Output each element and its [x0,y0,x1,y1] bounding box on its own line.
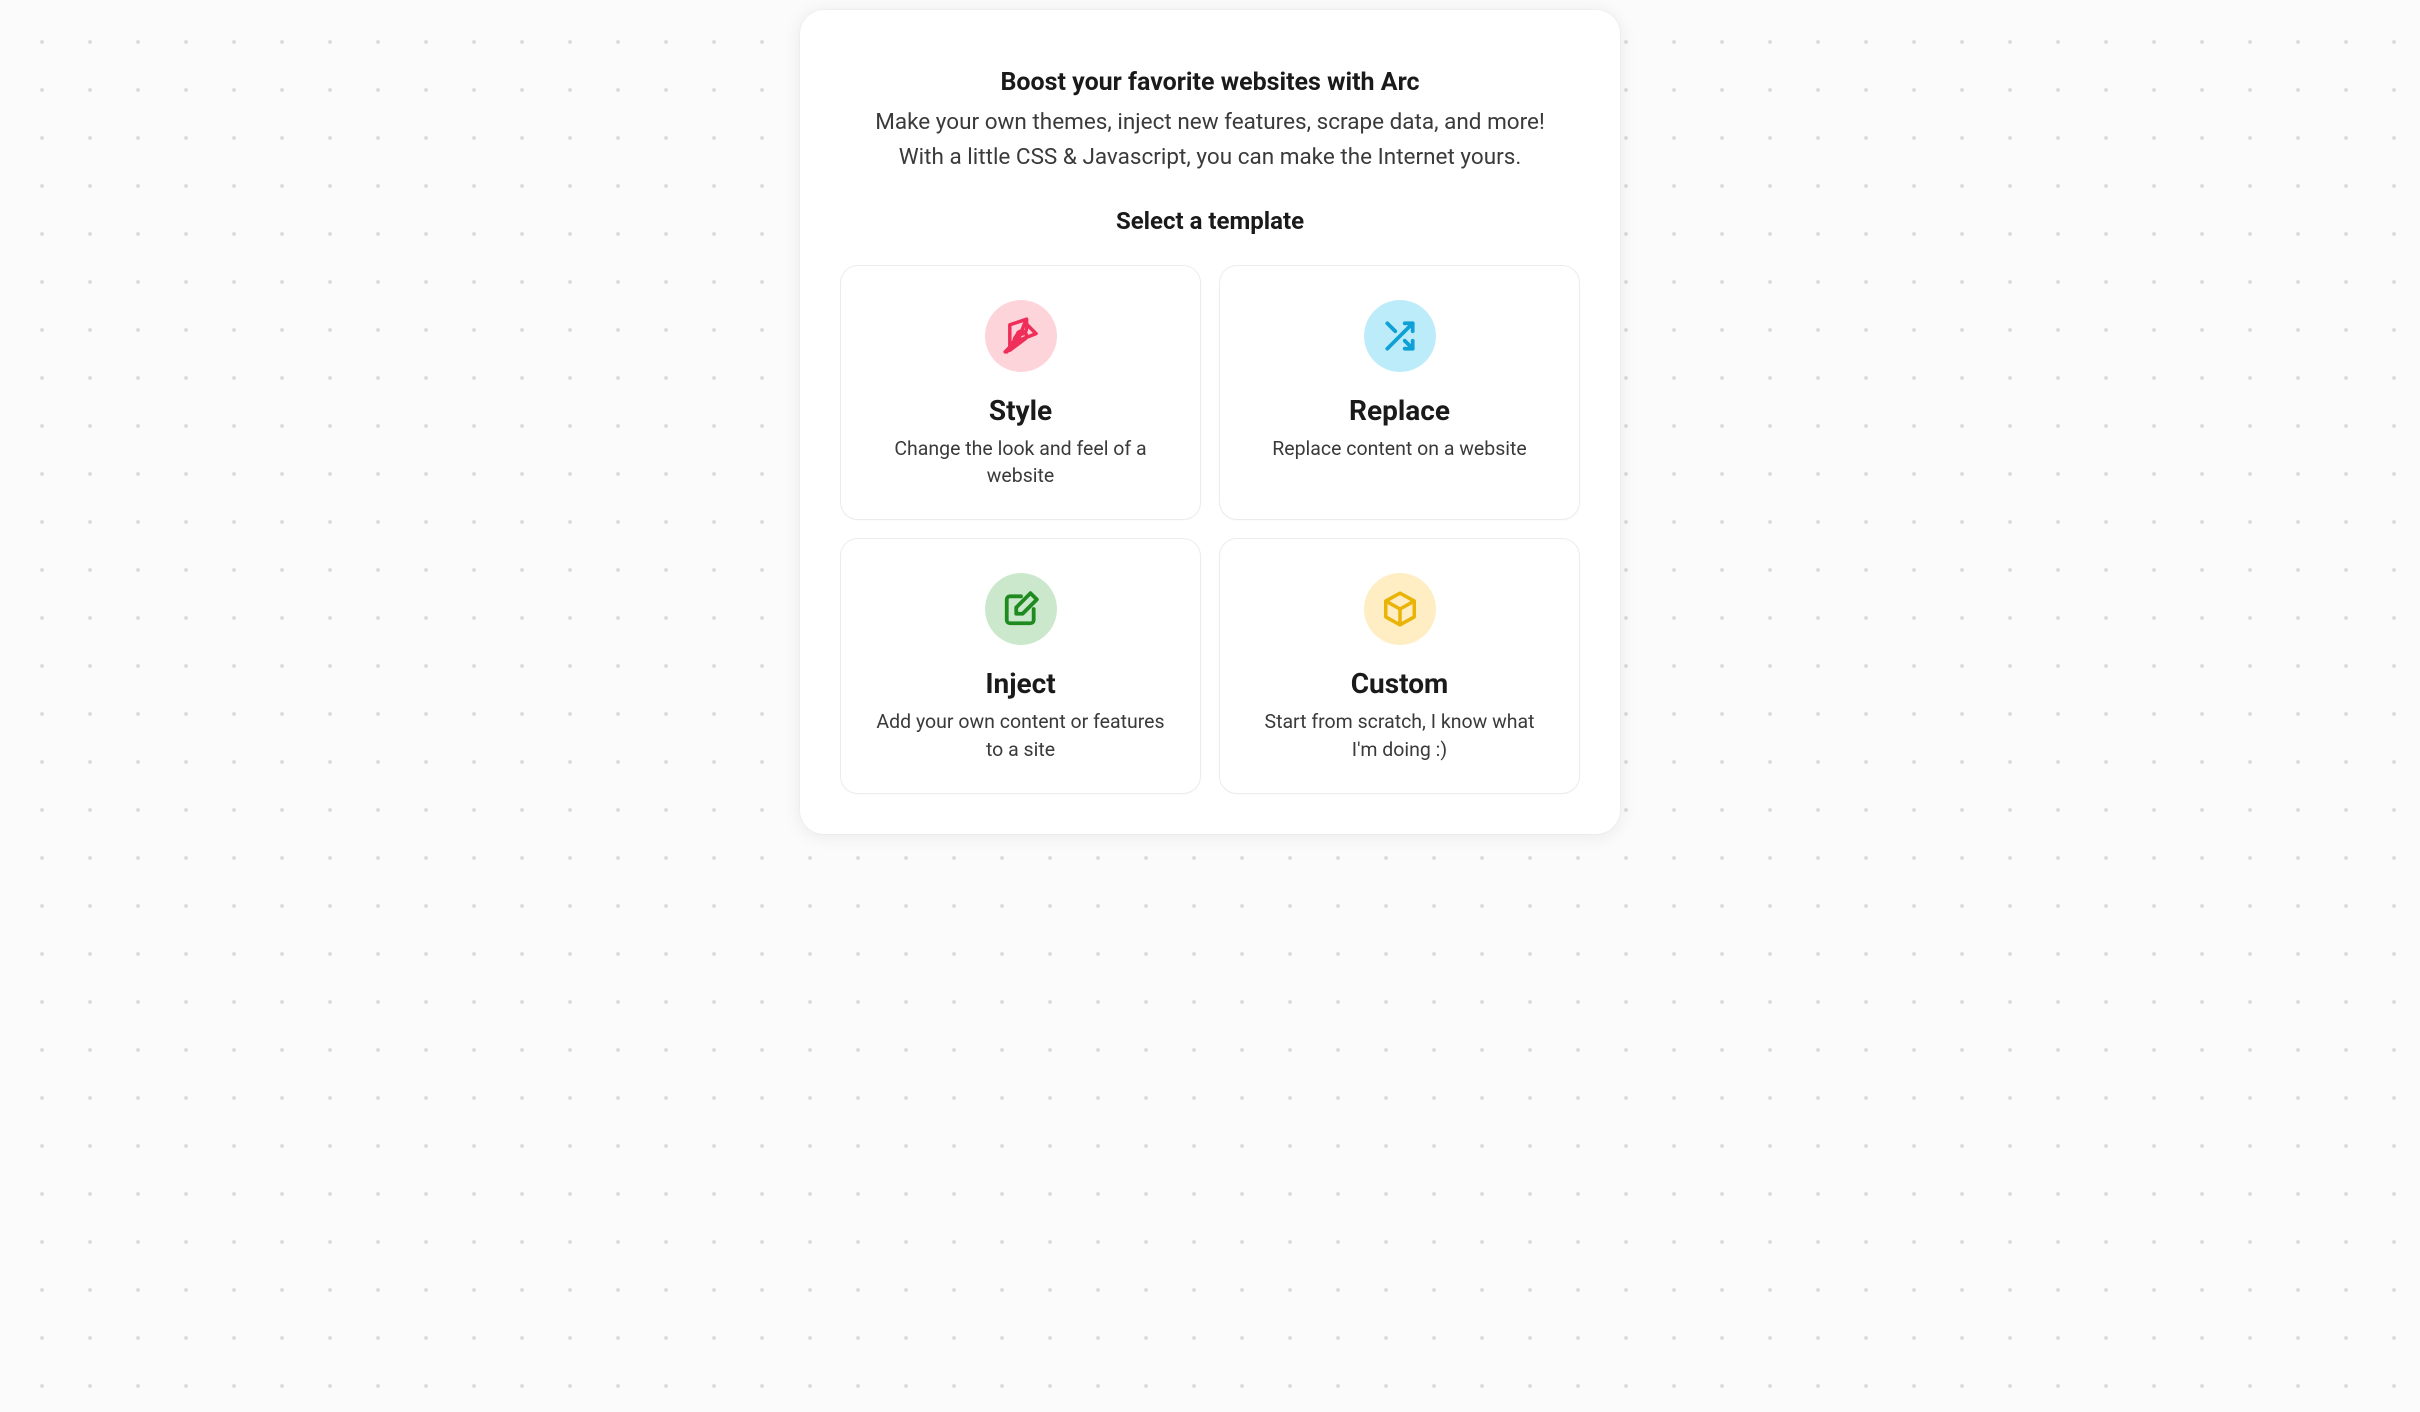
card-description: Change the look and feel of a website [876,435,1166,490]
header-subtitle-line2: With a little CSS & Javascript, you can … [899,144,1522,170]
header-title: Boost your favorite websites with Arc [840,68,1580,97]
card-title: Replace [1349,394,1450,427]
header-subtitle: Make your own themes, inject new feature… [840,105,1580,175]
card-title: Custom [1351,667,1449,700]
template-selector-panel: Boost your favorite websites with Arc Ma… [800,10,1620,834]
card-description: Start from scratch, I know what I'm doin… [1255,708,1545,763]
card-title: Style [989,394,1052,427]
template-card-replace[interactable]: Replace Replace content on a website [1219,265,1580,521]
section-title: Select a template [840,207,1580,235]
template-card-style[interactable]: Style Change the look and feel of a webs… [840,265,1201,521]
template-card-inject[interactable]: Inject Add your own content or features … [840,538,1201,794]
shuffle-icon [1364,300,1436,372]
template-card-custom[interactable]: Custom Start from scratch, I know what I… [1219,538,1580,794]
card-title: Inject [985,667,1055,700]
panel-header: Boost your favorite websites with Arc Ma… [840,68,1580,175]
card-description: Replace content on a website [1272,435,1526,462]
header-subtitle-line1: Make your own themes, inject new feature… [875,109,1545,135]
card-description: Add your own content or features to a si… [876,708,1166,763]
template-grid: Style Change the look and feel of a webs… [840,265,1580,794]
cube-icon [1364,573,1436,645]
edit-icon [985,573,1057,645]
pen-icon [985,300,1057,372]
